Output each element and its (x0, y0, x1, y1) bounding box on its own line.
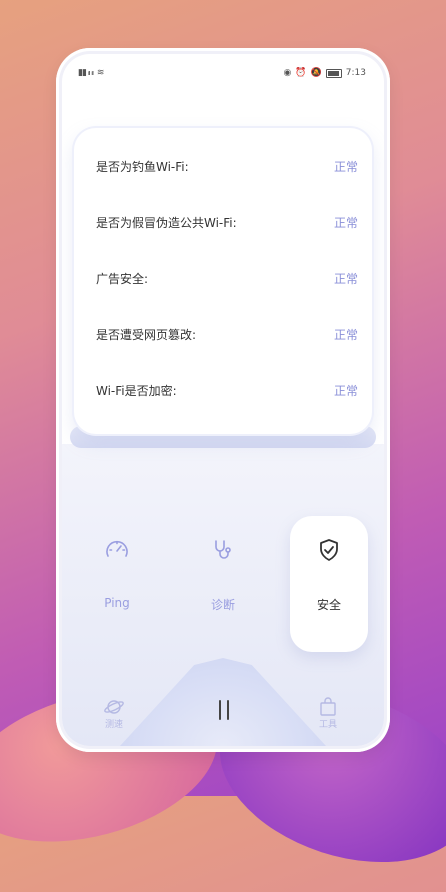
check-status: 正常 (333, 159, 358, 174)
tab-label: 工具 (318, 720, 337, 730)
check-status: 正常 (333, 383, 358, 398)
wifi-icon: ≋ (96, 68, 105, 78)
phone-frame: ▮▮ ᵢₗₗ ᵢₗₗ ≋ ◉ ⏰ 🔕 7:13 是否为钓鱼Wi-Fi: 正常 是… (56, 48, 390, 752)
status-left: ▮▮ ᵢₗₗ ᵢₗₗ ≋ (78, 68, 104, 78)
speedometer-icon (103, 536, 131, 564)
battery-icon (325, 68, 342, 78)
tool-label: 诊断 (210, 598, 235, 612)
tab-tools[interactable]: 工具 (318, 697, 338, 730)
check-status: 正常 (333, 271, 358, 286)
tab-label: 测速 (104, 720, 123, 730)
eye-icon: ◉ (283, 68, 292, 78)
stethoscope-icon (209, 536, 237, 564)
check-row-tamper: 是否遭受网页篡改: 正常 (96, 324, 358, 344)
check-label: 广告安全: (96, 271, 149, 286)
check-label: 是否为假冒伪造公共Wi-Fi: (96, 215, 237, 230)
status-bar: ▮▮ ᵢₗₗ ᵢₗₗ ≋ ◉ ⏰ 🔕 7:13 (62, 64, 384, 82)
tool-label: Ping (104, 596, 130, 610)
check-row-encryption: Wi-Fi是否加密: 正常 (96, 380, 358, 400)
signal-icon: ▮▮ ᵢₗₗ ᵢₗₗ (78, 68, 94, 78)
pause-icon[interactable] (212, 700, 236, 724)
check-label: 是否为钓鱼Wi-Fi: (96, 159, 189, 174)
check-status: 正常 (333, 327, 358, 342)
status-right: ◉ ⏰ 🔕 7:13 (283, 68, 366, 78)
alarm-icon: ⏰ (295, 68, 307, 78)
tool-ping[interactable]: Ping (78, 516, 156, 652)
status-time: 7:13 (345, 68, 366, 78)
bottom-tab-bar: 测速 工具 (62, 658, 384, 746)
tool-diagnose[interactable]: 诊断 (184, 516, 262, 652)
planet-icon (104, 697, 124, 717)
tool-label: 安全 (316, 598, 341, 612)
app-screen: ▮▮ ᵢₗₗ ᵢₗₗ ≋ ◉ ⏰ 🔕 7:13 是否为钓鱼Wi-Fi: 正常 是… (62, 54, 384, 746)
bag-icon (318, 697, 338, 717)
check-label: Wi-Fi是否加密: (96, 383, 177, 398)
check-status: 正常 (333, 215, 358, 230)
mute-icon: 🔕 (310, 68, 322, 78)
check-row-phishing: 是否为钓鱼Wi-Fi: 正常 (96, 156, 358, 176)
tab-speedtest[interactable]: 测速 (104, 697, 124, 730)
security-check-card: 是否为钓鱼Wi-Fi: 正常 是否为假冒伪造公共Wi-Fi: 正常 广告安全: … (74, 128, 372, 434)
tool-security[interactable]: 安全 (290, 516, 368, 652)
check-row-fake-public: 是否为假冒伪造公共Wi-Fi: 正常 (96, 212, 358, 232)
check-row-ad-safety: 广告安全: 正常 (96, 268, 358, 288)
shield-check-icon (315, 536, 343, 564)
check-label: 是否遭受网页篡改: (96, 327, 197, 342)
